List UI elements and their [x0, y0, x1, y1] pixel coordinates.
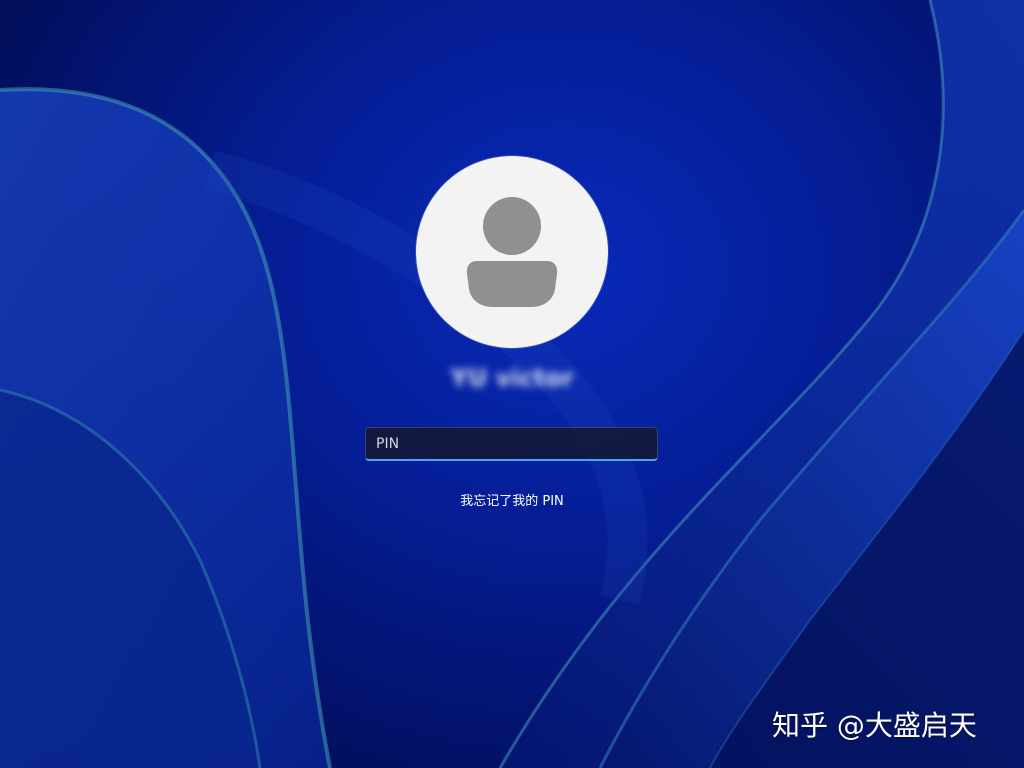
watermark-text: 知乎 @大盛启天 [772, 709, 977, 742]
default-user-icon [466, 197, 558, 307]
forgot-pin-link[interactable]: 我忘记了我的 PIN [412, 490, 612, 509]
lock-screen: YU victor 我忘记了我的 PIN 知乎 @大盛启天 [0, 0, 1024, 768]
username-label: YU victor [450, 364, 574, 392]
pin-input[interactable] [365, 427, 658, 461]
user-avatar [416, 156, 608, 348]
